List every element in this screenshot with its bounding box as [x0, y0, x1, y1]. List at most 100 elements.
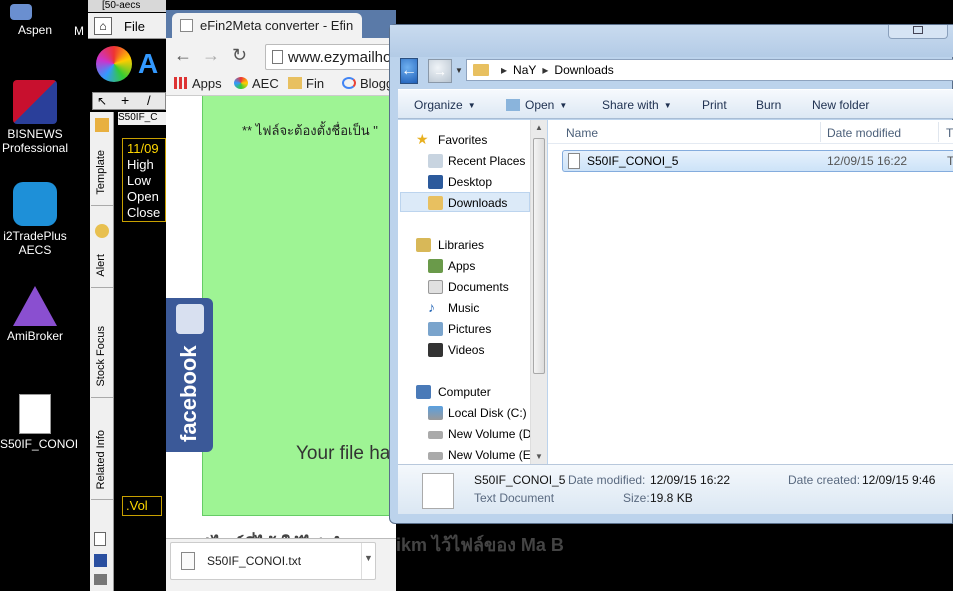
- print-icon[interactable]: [94, 574, 107, 585]
- pictures-icon: [428, 322, 443, 336]
- breadcrumb-downloads[interactable]: Downloads: [554, 63, 613, 77]
- desktop-icon-aspen[interactable]: Aspen: [0, 4, 70, 37]
- desktop-icon-amibroker[interactable]: AmiBroker: [0, 286, 70, 343]
- reload-icon[interactable]: ↻: [232, 45, 247, 66]
- column-type[interactable]: T: [946, 126, 953, 140]
- nav-local-disk-c[interactable]: Local Disk (C:): [428, 406, 527, 420]
- trading-app-menubar: ⌂ File: [88, 13, 166, 39]
- tab-template[interactable]: Template: [91, 112, 113, 206]
- quote-high-label: High: [127, 157, 154, 172]
- nav-favorites[interactable]: ★ Favorites: [416, 131, 487, 147]
- desktop-icon-i2tradeplus[interactable]: i2TradePlus AECS: [0, 182, 70, 257]
- details-date-modified-label: Date modified:: [568, 473, 646, 487]
- scroll-down-icon[interactable]: ▼: [535, 452, 543, 461]
- download-item[interactable]: S50IF_CONOI.txt ▼: [170, 542, 376, 580]
- browser-tab[interactable]: eFin2Meta converter - Efin: [172, 13, 362, 38]
- organize-button[interactable]: Organize ▼: [414, 98, 476, 112]
- nav-apps[interactable]: Apps: [428, 259, 475, 273]
- libraries-icon: [416, 238, 431, 252]
- bookmark-fin[interactable]: Fin: [288, 76, 324, 91]
- new-folder-button[interactable]: New folder: [812, 98, 869, 112]
- nav-desktop[interactable]: Desktop: [428, 175, 492, 189]
- open-button[interactable]: Open ▼: [506, 98, 567, 112]
- tab-stock-focus[interactable]: Stock Focus: [91, 290, 113, 398]
- nav-computer[interactable]: Computer: [416, 385, 491, 399]
- amibroker-icon: [13, 286, 57, 326]
- explorer-forward-button[interactable]: →: [428, 59, 452, 83]
- desktop-icon-bisnews[interactable]: BISNEWS Professional: [0, 80, 70, 155]
- desktop-icon-m-label[interactable]: M: [74, 24, 84, 38]
- text-file-large-icon: [422, 473, 454, 509]
- quote-header: S50IF_C: [118, 112, 166, 125]
- aec-icon: [234, 77, 248, 89]
- volume-label: .Vol: [122, 496, 162, 516]
- print-button[interactable]: Print: [702, 98, 727, 112]
- open-icon: [506, 99, 520, 111]
- trading-app-logo: A: [92, 42, 166, 88]
- file-name: S50IF_CONOI_5: [587, 154, 679, 168]
- recent-pages-icon[interactable]: ▼: [455, 66, 463, 75]
- column-header: Name Date modified T: [548, 120, 953, 144]
- file-menu[interactable]: File: [124, 19, 145, 34]
- nav-volume-e[interactable]: New Volume (E: [428, 448, 531, 462]
- burn-button[interactable]: Burn: [756, 98, 781, 112]
- desktop-icon-s50if-file[interactable]: S50IF_CONOI: [0, 394, 78, 451]
- details-date-created: 12/09/15 9:46: [862, 473, 936, 487]
- breadcrumb-nay[interactable]: NaY: [513, 63, 536, 77]
- text-file-icon: [181, 552, 195, 570]
- home-icon[interactable]: ⌂: [94, 17, 112, 35]
- nav-documents[interactable]: Documents: [428, 280, 509, 294]
- file-row[interactable]: S50IF_CONOI_5 12/09/15 16:22 T: [562, 150, 953, 172]
- scroll-up-icon[interactable]: ▲: [535, 123, 543, 132]
- music-icon: ♪: [428, 299, 435, 315]
- details-date-modified: 12/09/15 16:22: [650, 473, 731, 487]
- windows-drive-icon: [428, 406, 443, 420]
- explorer-titlebar[interactable]: [390, 25, 953, 57]
- quote-close-label: Close: [127, 205, 161, 220]
- new-doc-icon[interactable]: [94, 532, 106, 546]
- column-name[interactable]: Name: [566, 126, 598, 140]
- bookmark-aec[interactable]: AEC: [234, 76, 279, 91]
- bookmark-blogger[interactable]: Blogg: [342, 76, 393, 91]
- facebook-widget[interactable]: facebook: [166, 298, 213, 452]
- page-favicon-icon: [180, 19, 193, 32]
- forward-arrow-icon[interactable]: →: [202, 45, 220, 66]
- chevron-down-icon: ▼: [663, 101, 672, 110]
- crosshair-tool-icon[interactable]: +: [121, 92, 129, 108]
- explorer-back-button[interactable]: ←: [400, 58, 418, 84]
- tab-related-info[interactable]: Related Info: [91, 400, 113, 500]
- chevron-down-icon: ▼: [467, 101, 476, 110]
- file-type: T: [947, 154, 953, 168]
- chevron-down-icon[interactable]: ▼: [361, 543, 375, 579]
- nav-scrollbar[interactable]: ▲ ▼: [530, 120, 547, 464]
- logo-wheel-icon: [96, 46, 132, 82]
- nav-pictures[interactable]: Pictures: [428, 322, 491, 336]
- nav-downloads[interactable]: Downloads: [428, 196, 507, 210]
- text-file-icon: [568, 153, 580, 169]
- chevron-right-icon: ▸: [542, 63, 549, 77]
- cursor-tool-icon[interactable]: ↖: [97, 94, 107, 108]
- tab-alert[interactable]: Alert: [91, 208, 113, 288]
- bookmark-apps[interactable]: Apps: [174, 76, 222, 91]
- explorer-address-bar[interactable]: ▸ NaY ▸ Downloads: [466, 59, 953, 81]
- column-date-modified[interactable]: Date modified: [827, 126, 901, 140]
- download-filename: S50IF_CONOI.txt: [207, 554, 302, 568]
- column-divider[interactable]: [938, 122, 939, 142]
- save-icon[interactable]: [94, 554, 107, 567]
- filename-note: ** ไฟล์จะต้องตั้งชื่อเป็น ": [242, 123, 378, 138]
- back-arrow-icon[interactable]: ←: [174, 45, 192, 66]
- share-with-button[interactable]: Share with ▼: [602, 98, 672, 112]
- scrollbar-thumb[interactable]: [533, 138, 545, 374]
- trading-vertical-tabs: Template Alert Stock Focus Related Info: [90, 112, 114, 591]
- nav-volume-d[interactable]: New Volume (D: [428, 427, 531, 441]
- nav-videos[interactable]: Videos: [428, 343, 484, 357]
- maximize-button[interactable]: [888, 25, 948, 39]
- nav-music[interactable]: ♪ Music: [428, 299, 479, 315]
- column-divider[interactable]: [820, 122, 821, 142]
- line-tool-icon[interactable]: /: [147, 93, 151, 108]
- address-bar[interactable]: www.ezymailho: [265, 44, 396, 70]
- nav-libraries[interactable]: Libraries: [416, 238, 484, 252]
- nav-recent-places[interactable]: Recent Places: [428, 154, 525, 168]
- i2tradeplus-icon: [13, 182, 57, 226]
- details-size: 19.8 KB: [650, 491, 693, 505]
